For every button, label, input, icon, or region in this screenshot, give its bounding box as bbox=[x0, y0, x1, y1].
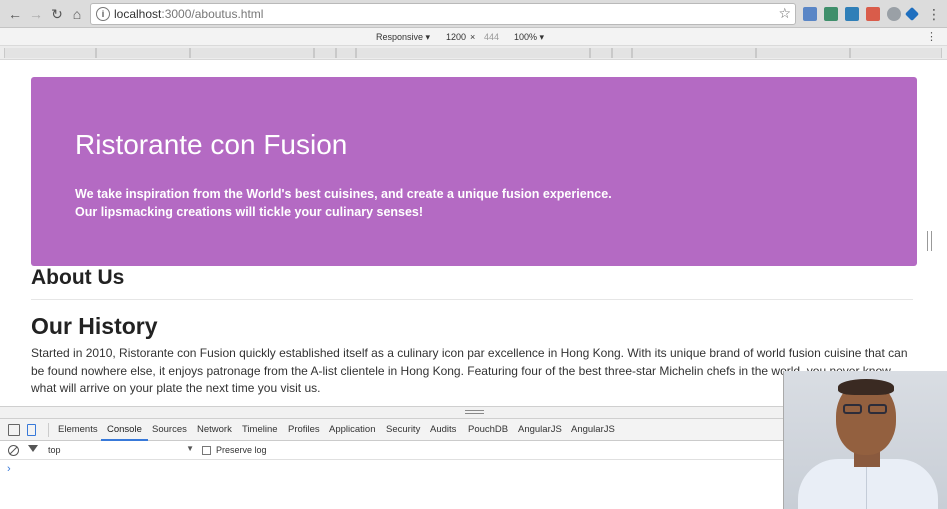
tab-elements[interactable]: Elements bbox=[58, 424, 98, 435]
tab-network[interactable]: Network bbox=[197, 424, 232, 435]
about-heading: About Us bbox=[31, 266, 125, 289]
extension-icon[interactable] bbox=[803, 7, 817, 21]
address-bar[interactable]: i localhost:3000/aboutus.html ☆ bbox=[90, 3, 796, 25]
media-query-segment[interactable] bbox=[632, 48, 756, 58]
tab-sources[interactable]: Sources bbox=[152, 424, 187, 435]
device-toggle-icon[interactable] bbox=[27, 424, 36, 436]
viewport-width[interactable]: 1200 bbox=[446, 32, 466, 42]
dimension-separator: × bbox=[470, 32, 476, 42]
extension-icon[interactable] bbox=[904, 6, 920, 22]
tab-angularjs[interactable]: AngularJS bbox=[518, 424, 562, 435]
url-path: :3000/aboutus.html bbox=[161, 7, 264, 21]
media-query-segment[interactable] bbox=[850, 48, 942, 58]
media-query-segment[interactable] bbox=[336, 48, 356, 58]
jumbotron: Ristorante con Fusion We take inspiratio… bbox=[31, 77, 917, 266]
extension-icon[interactable] bbox=[887, 7, 901, 21]
device-mode-select[interactable]: Responsive ▾ bbox=[376, 32, 430, 43]
clear-console-icon[interactable] bbox=[8, 445, 19, 456]
tab-pouchdb[interactable]: PouchDB bbox=[468, 424, 508, 435]
context-value: top bbox=[48, 445, 61, 455]
tab-security[interactable]: Security bbox=[386, 424, 420, 435]
jumbotron-line-2: Our lipsmacking creations will tickle yo… bbox=[75, 205, 424, 219]
tab-application[interactable]: Application bbox=[329, 424, 375, 435]
glasses-icon bbox=[843, 404, 889, 414]
tab-angularjs-2[interactable]: AngularJS bbox=[571, 424, 615, 435]
context-select[interactable]: top ▼ bbox=[44, 444, 194, 457]
page-viewport: Ristorante con Fusion We take inspiratio… bbox=[0, 61, 947, 406]
jumbotron-text: We take inspiration from the World's bes… bbox=[75, 185, 675, 221]
browser-menu-icon[interactable]: ⋮ bbox=[927, 5, 941, 23]
jumbotron-line-1: We take inspiration from the World's bes… bbox=[75, 187, 612, 201]
extension-icon[interactable] bbox=[866, 7, 880, 21]
device-toolbar-menu-icon[interactable]: ⋮ bbox=[926, 30, 937, 43]
media-query-segment[interactable] bbox=[590, 48, 612, 58]
media-query-segment[interactable] bbox=[4, 48, 96, 58]
viewport-resize-handle[interactable] bbox=[927, 231, 932, 251]
restaurant-title: Ristorante con Fusion bbox=[75, 129, 348, 160]
zoom-label: 100% bbox=[514, 32, 538, 42]
filter-icon[interactable] bbox=[28, 445, 38, 452]
viewport-height[interactable]: 444 bbox=[484, 32, 499, 42]
tab-audits[interactable]: Audits bbox=[430, 424, 456, 435]
media-query-segment[interactable] bbox=[612, 48, 632, 58]
home-icon[interactable]: ⌂ bbox=[68, 5, 86, 23]
tab-profiles[interactable]: Profiles bbox=[288, 424, 320, 435]
browser-window: ← → ↻ ⌂ i localhost:3000/aboutus.html ☆ … bbox=[0, 0, 947, 509]
media-query-segment[interactable] bbox=[356, 48, 590, 58]
shirt-placket bbox=[866, 463, 867, 509]
forward-arrow-icon[interactable]: → bbox=[27, 5, 45, 23]
page-container: Ristorante con Fusion We take inspiratio… bbox=[29, 61, 919, 406]
url-host: localhost bbox=[114, 7, 162, 21]
back-arrow-icon[interactable]: ← bbox=[6, 5, 24, 23]
extension-icon[interactable] bbox=[824, 7, 838, 21]
media-query-segment[interactable] bbox=[314, 48, 336, 58]
url-text[interactable]: localhost:3000/aboutus.html bbox=[114, 7, 263, 21]
history-heading: Our History bbox=[31, 313, 158, 339]
media-query-segment[interactable] bbox=[190, 48, 314, 58]
divider bbox=[31, 299, 913, 300]
tab-timeline[interactable]: Timeline bbox=[242, 424, 278, 435]
presenter-hair bbox=[838, 379, 894, 395]
webcam-video-overlay bbox=[783, 371, 947, 509]
media-query-segment[interactable] bbox=[756, 48, 850, 58]
device-mode-label: Responsive bbox=[376, 32, 424, 42]
preserve-log-label: Preserve log bbox=[216, 445, 267, 455]
console-prompt-icon[interactable]: › bbox=[7, 463, 11, 475]
media-query-segment[interactable] bbox=[96, 48, 190, 58]
toolbar-separator bbox=[48, 423, 49, 437]
info-icon[interactable]: i bbox=[96, 7, 110, 21]
inspect-element-icon[interactable] bbox=[8, 424, 20, 436]
preserve-log-checkbox[interactable] bbox=[202, 446, 211, 455]
device-toolbar: Responsive ▾ 1200 × 444 100% ▾ ⋮ bbox=[0, 28, 947, 46]
reload-icon[interactable]: ↻ bbox=[48, 5, 66, 23]
browser-toolbar: ← → ↻ ⌂ i localhost:3000/aboutus.html ☆ … bbox=[0, 0, 947, 28]
splitter-grip-icon[interactable] bbox=[465, 410, 484, 414]
bookmark-star-icon[interactable]: ☆ bbox=[778, 5, 791, 22]
media-query-bar bbox=[0, 46, 947, 60]
zoom-select[interactable]: 100% ▾ bbox=[514, 32, 544, 43]
chevron-down-icon: ▼ bbox=[186, 444, 194, 453]
extension-icon[interactable] bbox=[845, 7, 859, 21]
glasses-lens bbox=[868, 404, 887, 414]
glasses-lens bbox=[843, 404, 862, 414]
tab-console[interactable]: Console bbox=[101, 424, 148, 441]
